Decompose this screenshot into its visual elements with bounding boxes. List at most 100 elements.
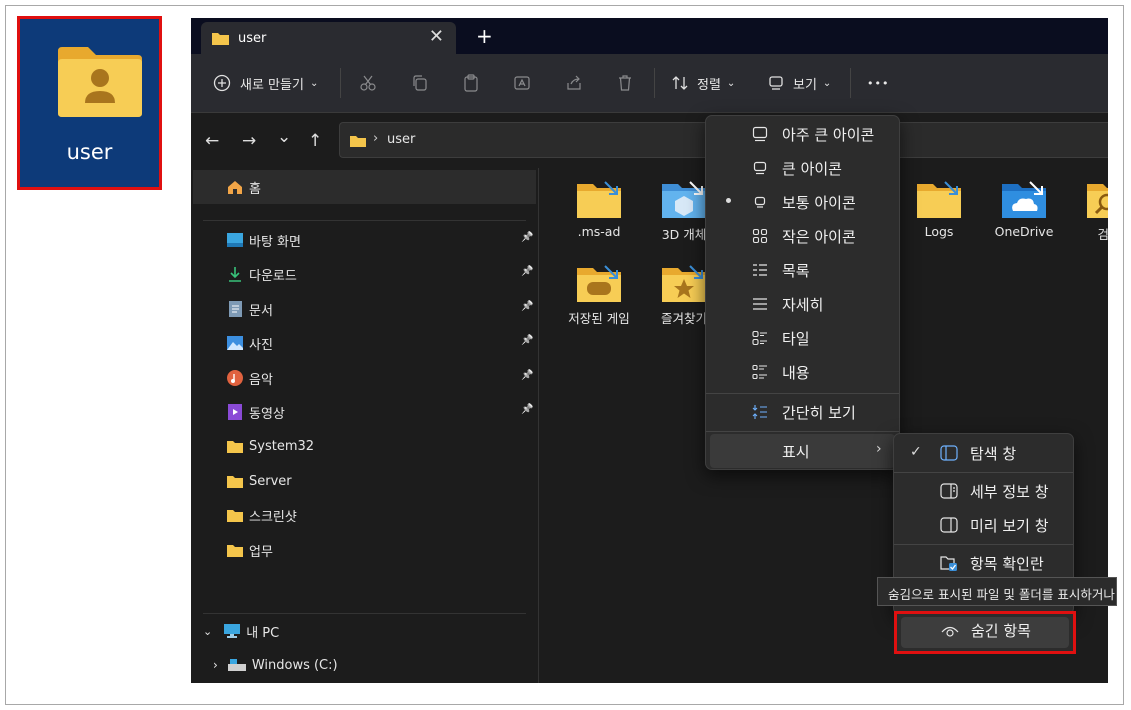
menu-item-medium-icons[interactable]: 보통 아이콘 [706,185,899,219]
check-icon: ✓ [910,444,922,460]
new-label: 새로 만들기 [240,77,304,93]
share-button[interactable] [565,54,583,112]
menu-item-list[interactable]: 목록 [706,253,899,287]
divider [203,613,526,614]
item-checkbox-icon [940,556,957,571]
sidebar-item-this-pc[interactable]: ⌄ 내 PC [203,618,279,644]
back-icon[interactable]: ← [205,131,219,151]
desktop-user-folder[interactable]: user [17,16,162,190]
sidebar-item-8[interactable]: Server [227,468,292,494]
rename-button[interactable] [513,54,531,112]
submenu-item-checkboxes[interactable]: 항목 확인란 [894,546,1073,580]
file-item-onedrive[interactable]: OneDrive [984,180,1064,239]
chevron-down-icon: ⌄ [203,624,213,638]
delete-button[interactable] [616,54,634,112]
menu-item-extra-large-icons[interactable]: 아주 큰 아이콘 [706,117,899,151]
desktop-icon [227,232,243,248]
tooltip: 숨김으로 표시된 파일 및 폴더를 표시하거나 숨깁니다. [877,577,1117,606]
submenu-item-details-pane[interactable]: 세부 정보 창 [894,474,1073,508]
sidebar-item-10[interactable]: 업무 [227,537,273,563]
sidebar-item-7[interactable]: System32 [227,433,314,459]
cut-button[interactable] [359,54,377,112]
sidebar-item-home[interactable]: 홈 [193,170,536,204]
submenu-item-preview-pane[interactable]: 미리 보기 창 [894,508,1073,542]
menu-separator [894,472,1073,473]
chevron-down-icon: ⌄ [309,77,319,89]
view-label: 보기 [793,77,817,93]
separator [850,68,851,98]
new-button[interactable]: 새로 만들기 ⌄ [213,54,318,112]
sidebar-item-2[interactable]: 다운로드 [227,261,297,287]
file-item-label: 3D 개체 [661,227,707,242]
sidebar-item-1[interactable]: 바탕 화면 [227,227,301,253]
submenu-item-hidden-items[interactable]: 숨긴 항목 [894,611,1076,654]
menu-item-small-icons[interactable]: 작은 아이콘 [706,219,899,253]
sidebar-item-label: 내 PC [246,625,280,641]
pc-monitor-icon [224,623,241,639]
view-monitor-icon [769,76,783,90]
more-options-button[interactable]: ••• [867,54,889,112]
menu-item-tiles[interactable]: 타일 [706,321,899,355]
share-icon [567,75,581,90]
menu-item-label: 간단히 보기 [782,404,856,422]
pin-icon[interactable]: 📌 [521,232,533,243]
folder-shortcut-icon [917,181,961,218]
forward-icon[interactable]: → [242,131,256,151]
tab-user[interactable]: user ✕ [201,22,456,54]
sidebar-item-label: 업무 [249,544,273,560]
sidebar-item-4[interactable]: 사진 [227,330,273,356]
view-button[interactable]: 보기 ⌄ [768,54,831,112]
eye-icon [941,626,959,637]
menu-item-content[interactable]: 내용 [706,355,899,389]
menu-separator [894,544,1073,545]
sort-button[interactable]: 정렬 ⌄ [671,54,735,112]
menu-separator [706,393,899,394]
pin-icon[interactable]: 📌 [521,404,533,415]
sidebar-item-9[interactable]: 스크린샷 [227,502,297,528]
pictures-icon [227,335,243,351]
submenu-item-label: 항목 확인란 [970,555,1044,573]
copy-button[interactable] [411,54,429,112]
separator [340,68,341,98]
sidebar-item-drive-c[interactable]: › Windows (C:) [213,652,338,678]
menu-item-label: 자세히 [782,296,824,314]
sidebar-item-label: Windows (C:) [251,657,338,673]
menu-item-large-icons[interactable]: 큰 아이콘 [706,151,899,185]
navigation-pane-icon [940,445,958,461]
paste-button[interactable] [462,54,480,112]
file-item-ms-ad[interactable]: .ms-ad [559,180,639,239]
selected-bullet-icon [726,198,731,203]
breadcrumb-user[interactable]: user [387,132,415,147]
menu-item-compact-view[interactable]: 간단히 보기 [706,395,899,429]
sidebar-item-3[interactable]: 문서 [227,296,273,322]
recent-locations-icon[interactable]: ⌄ [277,127,291,147]
sidebar-item-6[interactable]: 동영상 [227,399,285,425]
favorites-icon [662,265,706,302]
submenu-item-navigation-pane[interactable]: ✓ 탐색 창 [894,436,1073,470]
menu-item-show[interactable]: 표시 › [710,434,895,468]
file-item-logs[interactable]: Logs [899,180,979,239]
file-item-label: 즐겨찾기 [660,311,707,326]
pin-icon[interactable]: 📌 [521,335,533,346]
sidebar-item-label: System32 [249,438,315,454]
content-view-icon [751,363,769,381]
video-icon [227,404,243,420]
pin-icon[interactable]: 📌 [521,266,533,277]
sidebar-item-label: Server [249,473,292,489]
menu-item-details[interactable]: 자세히 [706,287,899,321]
command-bar: 새로 만들기 ⌄ 정렬 ⌄ 보기 ⌄ ••• [191,54,1108,113]
rename-icon [514,76,530,90]
close-tab-icon[interactable]: ✕ [429,26,444,47]
sidebar-item-5[interactable]: 음악 [227,365,273,391]
menu-item-label: 보통 아이콘 [782,194,856,212]
pin-icon[interactable]: 📌 [521,370,533,381]
new-tab-button[interactable]: + [476,24,493,48]
file-item-saved-games[interactable]: 저장된 게임 [559,264,639,327]
pin-icon[interactable]: 📌 [521,301,533,312]
up-icon[interactable]: ↑ [308,131,322,151]
chevron-down-icon: ⌄ [822,77,832,89]
menu-item-label: 작은 아이콘 [782,228,856,246]
sidebar-item-label: 홈 [249,181,261,197]
small-icons-grid-icon [751,227,769,245]
file-item-search[interactable]: 검색 [1069,180,1108,243]
